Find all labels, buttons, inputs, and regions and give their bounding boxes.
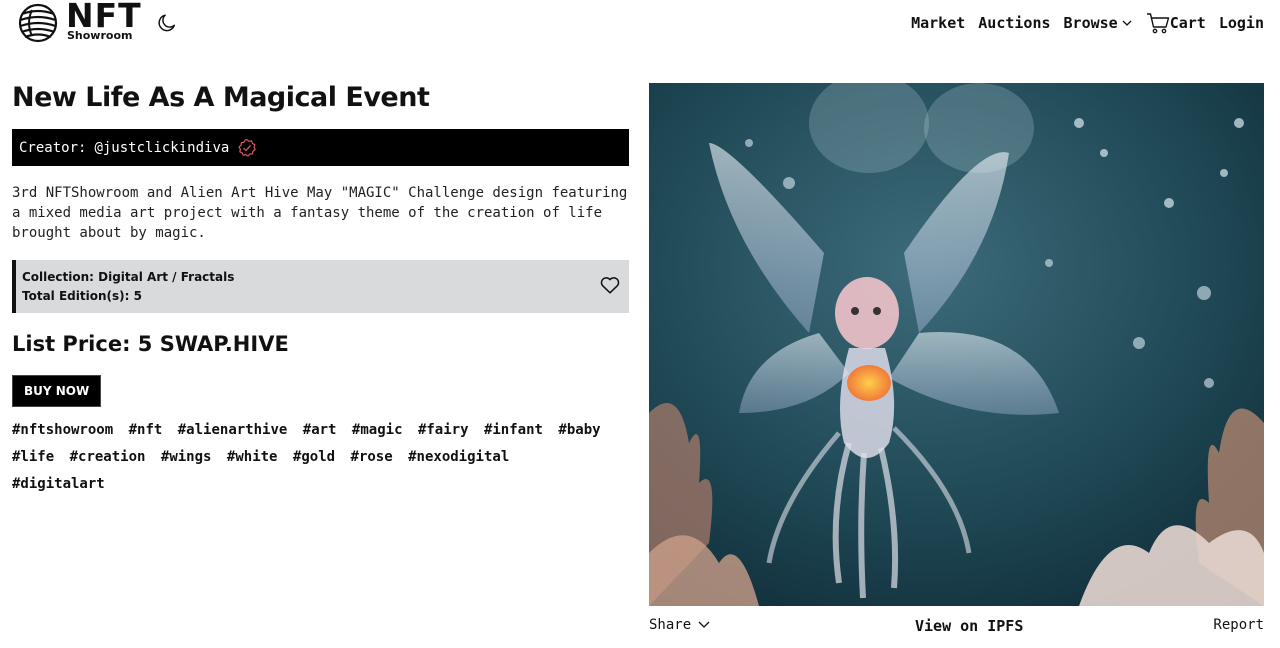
site-logo[interactable]: NFT Showroom <box>18 0 141 44</box>
item-description: 3rd NFTShowroom and Alien Art Hive May "… <box>12 185 628 241</box>
share-button[interactable]: Share <box>649 617 711 633</box>
creator-label: Creator: <box>19 139 87 156</box>
heart-icon[interactable] <box>599 274 621 296</box>
tag-link[interactable]: #alienarthive <box>178 417 288 444</box>
tag-link[interactable]: #infant <box>484 417 543 444</box>
nav-browse[interactable]: Browse <box>1064 14 1133 32</box>
nav-cart-label: Cart <box>1169 14 1206 32</box>
tag-link[interactable]: #nexodigital <box>408 444 509 471</box>
tag-link[interactable]: #digitalart <box>12 471 105 498</box>
collection-box: Collection: Digital Art / Fractals Total… <box>12 260 629 313</box>
nav-cart[interactable]: Cart <box>1146 12 1206 34</box>
tag-link[interactable]: #rose <box>351 444 393 471</box>
tag-link[interactable]: #art <box>303 417 337 444</box>
share-label: Share <box>649 617 692 633</box>
tag-link[interactable]: #baby <box>558 417 600 444</box>
buy-now-button[interactable]: BUY NOW <box>12 375 102 407</box>
chevron-down-icon <box>1122 20 1132 26</box>
list-price: List Price: 5 SWAP.HIVE <box>12 332 289 356</box>
tag-link[interactable]: #creation <box>70 444 146 471</box>
view-on-ipfs-link[interactable]: View on IPFS <box>915 617 1023 635</box>
tag-list: #nftshowroom #nft #alienarthive #art #ma… <box>12 417 612 498</box>
logo-subtitle: Showroom <box>67 29 133 42</box>
tag-link[interactable]: #life <box>12 444 54 471</box>
creator-handle-link[interactable]: @justclickindiva <box>94 140 229 156</box>
nav-browse-label: Browse <box>1063 14 1118 32</box>
chevron-down-icon <box>698 621 710 628</box>
item-title: New Life As A Magical Event <box>12 82 430 113</box>
tag-link[interactable]: #magic <box>352 417 403 444</box>
nft-artwork-image[interactable] <box>649 83 1264 606</box>
tag-link[interactable]: #wings <box>161 444 212 471</box>
nav-auctions[interactable]: Auctions <box>978 14 1050 32</box>
cart-icon <box>1146 13 1169 34</box>
collection-label: Collection: Digital Art / Fractals <box>22 270 235 284</box>
verified-badge-icon <box>238 138 257 157</box>
globe-logo-icon <box>18 3 58 43</box>
creator-bar: Creator: @justclickindiva <box>12 129 629 166</box>
top-bar: NFT Showroom Market Auctions Browse Cart… <box>0 0 1280 46</box>
report-link[interactable]: Report <box>1213 617 1264 633</box>
artwork-illustration <box>649 83 1264 606</box>
item-details: New Life As A Magical Event Creator: @ju… <box>12 80 629 498</box>
tag-link[interactable]: #fairy <box>418 417 469 444</box>
tag-link[interactable]: #gold <box>293 444 335 471</box>
editions-label: Total Edition(s): 5 <box>22 289 142 303</box>
main-nav: Market Auctions Browse Cart Login <box>911 12 1264 34</box>
nav-market[interactable]: Market <box>911 14 965 32</box>
tag-link[interactable]: #nft <box>129 417 163 444</box>
tag-link[interactable]: #white <box>227 444 278 471</box>
nav-login[interactable]: Login <box>1219 14 1264 32</box>
tag-link[interactable]: #nftshowroom <box>12 417 113 444</box>
moon-icon[interactable] <box>156 12 178 34</box>
